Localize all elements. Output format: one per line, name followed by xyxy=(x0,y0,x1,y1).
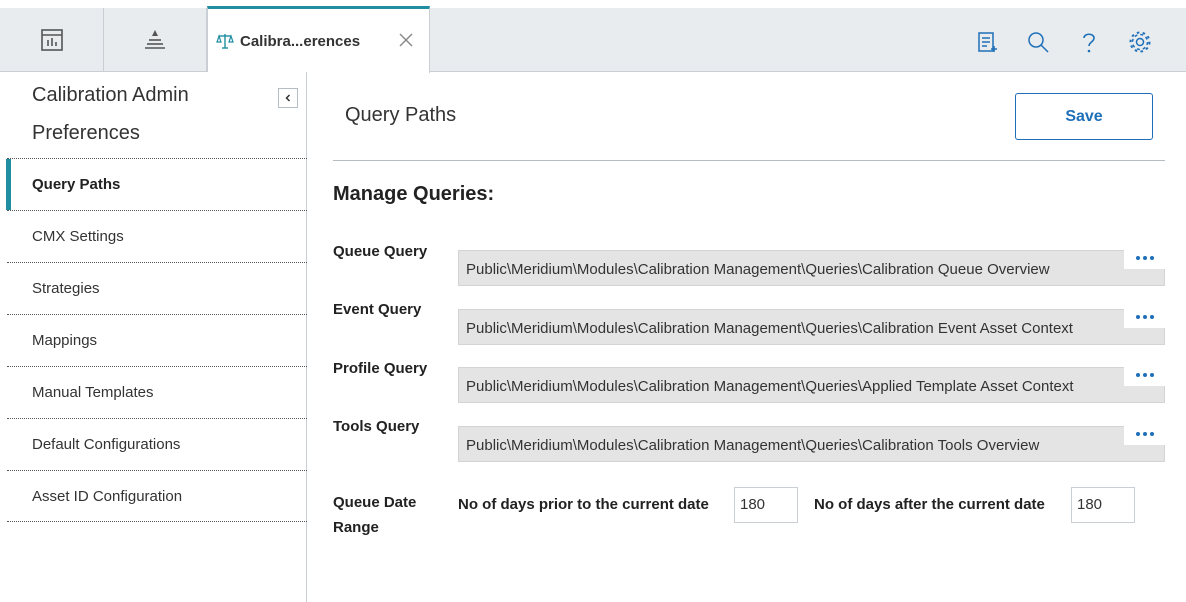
profile-query-field: Public\Meridium\Modules\Calibration Mana… xyxy=(458,367,1165,403)
search-icon[interactable] xyxy=(1022,26,1054,58)
divider xyxy=(333,160,1165,161)
asset-hierarchy-tab[interactable] xyxy=(104,8,207,72)
sidebar-item-manual-templates[interactable]: Manual Templates xyxy=(7,366,307,418)
event-query-label: Event Query xyxy=(333,301,422,318)
page-title: Query Paths xyxy=(345,104,457,126)
dashboard-tab[interactable] xyxy=(0,8,104,72)
main-content: Query Paths Save Manage Queries: Queue Q… xyxy=(308,72,1186,602)
tools-query-label: Tools Query xyxy=(333,418,420,435)
save-button[interactable]: Save xyxy=(1015,93,1153,140)
sidebar-item-mappings[interactable]: Mappings xyxy=(7,314,307,366)
tab-calibration-preferences[interactable]: Calibra...erences xyxy=(207,6,430,73)
toolbar-icons xyxy=(971,26,1156,58)
help-icon[interactable] xyxy=(1073,26,1105,58)
sidebar-item-strategies[interactable]: Strategies xyxy=(7,262,307,314)
asset-hierarchy-icon xyxy=(145,30,165,49)
days-after-input[interactable]: 180 xyxy=(1071,487,1135,523)
tab-label: Calibra...erences xyxy=(240,32,361,50)
chevron-left-icon xyxy=(285,94,291,102)
queue-query-browse-button[interactable] xyxy=(1124,247,1165,269)
sidebar-item-default-configurations[interactable]: Default Configurations xyxy=(7,418,307,470)
sidebar-nav: Query Paths CMX Settings Strategies Mapp… xyxy=(6,158,307,522)
sidebar-item-asset-id-configuration[interactable]: Asset ID Configuration xyxy=(7,470,307,522)
more-icon xyxy=(1135,432,1140,436)
settings-icon[interactable] xyxy=(1124,26,1156,58)
queue-query-field: Public\Meridium\Modules\Calibration Mana… xyxy=(458,250,1165,286)
notes-icon[interactable] xyxy=(971,26,1003,58)
queue-query-label: Queue Query xyxy=(333,243,428,260)
days-prior-label: No of days prior to the current date xyxy=(458,496,709,513)
tools-query-field: Public\Meridium\Modules\Calibration Mana… xyxy=(458,426,1165,462)
sidebar-item-cmx-settings[interactable]: CMX Settings xyxy=(7,210,307,262)
profile-query-browse-button[interactable] xyxy=(1124,364,1165,386)
profile-query-label: Profile Query xyxy=(333,360,428,377)
more-icon xyxy=(1135,256,1140,260)
sidebar: Calibration Admin Preferences Query Path… xyxy=(0,72,307,602)
scale-icon xyxy=(215,31,235,51)
event-query-field: Public\Meridium\Modules\Calibration Mana… xyxy=(458,309,1165,345)
more-icon xyxy=(1135,373,1140,377)
collapse-sidebar-button[interactable] xyxy=(278,88,298,108)
close-tab-icon[interactable] xyxy=(397,31,415,49)
section-title: Manage Queries: xyxy=(333,183,495,205)
queue-date-range-label: Queue Date Range xyxy=(333,494,417,536)
top-tab-bar: Calibra...erences xyxy=(0,6,1186,73)
sidebar-title: Calibration Admin Preferences xyxy=(32,84,189,144)
sidebar-item-query-paths[interactable]: Query Paths xyxy=(6,158,307,210)
tools-query-browse-button[interactable] xyxy=(1124,423,1165,445)
dashboard-icon xyxy=(40,29,63,51)
days-prior-input[interactable]: 180 xyxy=(734,487,798,523)
event-query-browse-button[interactable] xyxy=(1124,306,1165,328)
days-after-label: No of days after the current date xyxy=(814,496,1045,513)
more-icon xyxy=(1135,315,1140,319)
